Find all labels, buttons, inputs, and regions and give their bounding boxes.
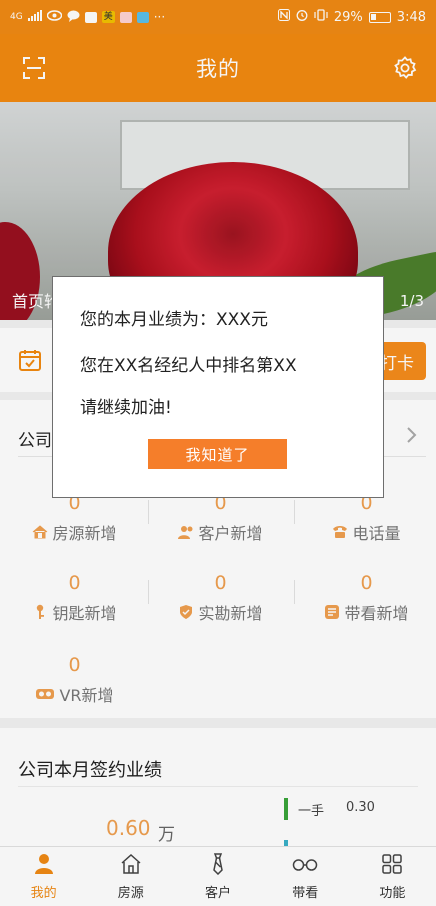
- dialog-ok-button[interactable]: 我知道了: [148, 439, 287, 469]
- dialog-rank-text: 您在XX名经纪人中排名第XX: [80, 356, 297, 376]
- dialog-encourage-text: 请继续加油!: [80, 398, 172, 418]
- dialog-performance-text: 您的本月业绩为：XXX元: [80, 310, 268, 330]
- screen: 4G 美 ··· 29% 3:48 我的 首页轮 1/3 打卡 公司 0 房源新…: [0, 0, 436, 906]
- performance-dialog: 您的本月业绩为：XXX元 您在XX名经纪人中排名第XX 请继续加油! 我知道了: [52, 276, 384, 498]
